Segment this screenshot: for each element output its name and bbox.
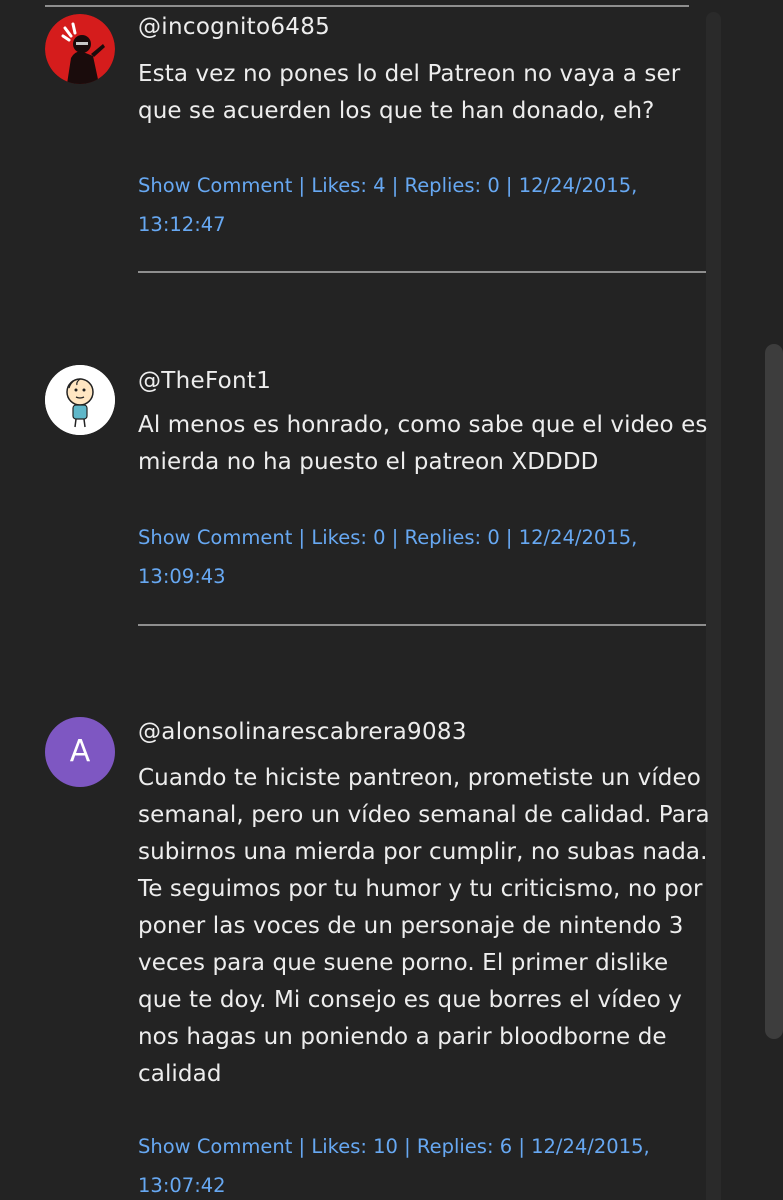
cartoon-boy-avatar-icon [45, 365, 115, 435]
comment-time: 13:12:47 [138, 213, 226, 236]
comment-date: 12/24/2015, [518, 174, 638, 197]
show-comment-link[interactable]: Show Comment [138, 526, 292, 549]
comment-divider [138, 624, 706, 626]
replies-count: Replies: 0 [404, 174, 500, 197]
meta-separator: | [512, 1135, 532, 1158]
likes-count: Likes: 10 [311, 1135, 398, 1158]
replies-count: Replies: 6 [416, 1135, 513, 1158]
comment-time: 13:07:42 [138, 1174, 226, 1197]
scrollbar-thumb[interactable] [765, 344, 783, 1039]
comment-date: 12/24/2015, [531, 1135, 650, 1158]
likes-count: Likes: 0 [311, 526, 386, 549]
show-comment-link[interactable]: Show Comment [138, 1135, 292, 1158]
top-divider [45, 5, 689, 7]
comment-username[interactable]: @alonsolinarescabrera9083 [138, 717, 467, 747]
meta-separator: | [292, 1135, 312, 1158]
comment-time: 13:09:43 [138, 565, 226, 588]
meta-separator: | [385, 174, 405, 197]
comments-page: @incognito6485 Esta vez no pones lo del … [0, 0, 783, 1200]
comment-username[interactable]: @incognito6485 [138, 12, 330, 42]
comment-date: 12/24/2015, [518, 526, 638, 549]
replies-count: Replies: 0 [404, 526, 500, 549]
meta-separator: | [397, 1135, 417, 1158]
red-figure-avatar-icon [45, 14, 115, 84]
avatar[interactable] [45, 365, 115, 435]
comment-meta: Show Comment | Likes: 4 | Replies: 0 | 1… [138, 166, 698, 244]
avatar-letter: A [69, 734, 91, 769]
comment-divider [138, 271, 706, 273]
likes-count: Likes: 4 [311, 174, 386, 197]
avatar[interactable] [45, 14, 115, 84]
meta-separator: | [385, 526, 405, 549]
comment-text: Esta vez no pones lo del Patreon no vaya… [138, 61, 681, 124]
meta-separator: | [292, 526, 312, 549]
meta-separator: | [499, 526, 519, 549]
avatar[interactable]: A [45, 717, 115, 787]
comment-username[interactable]: @TheFont1 [138, 366, 271, 396]
meta-separator: | [499, 174, 519, 197]
show-comment-link[interactable]: Show Comment [138, 174, 292, 197]
comment-meta: Show Comment | Likes: 10 | Replies: 6 | … [138, 1127, 698, 1200]
meta-separator: | [292, 174, 312, 197]
comment-text: Cuando te hiciste pantreon, prometiste u… [138, 765, 710, 1087]
comment-meta: Show Comment | Likes: 0 | Replies: 0 | 1… [138, 518, 698, 596]
comment-text: Al menos es honrado, como sabe que el vi… [138, 412, 708, 475]
